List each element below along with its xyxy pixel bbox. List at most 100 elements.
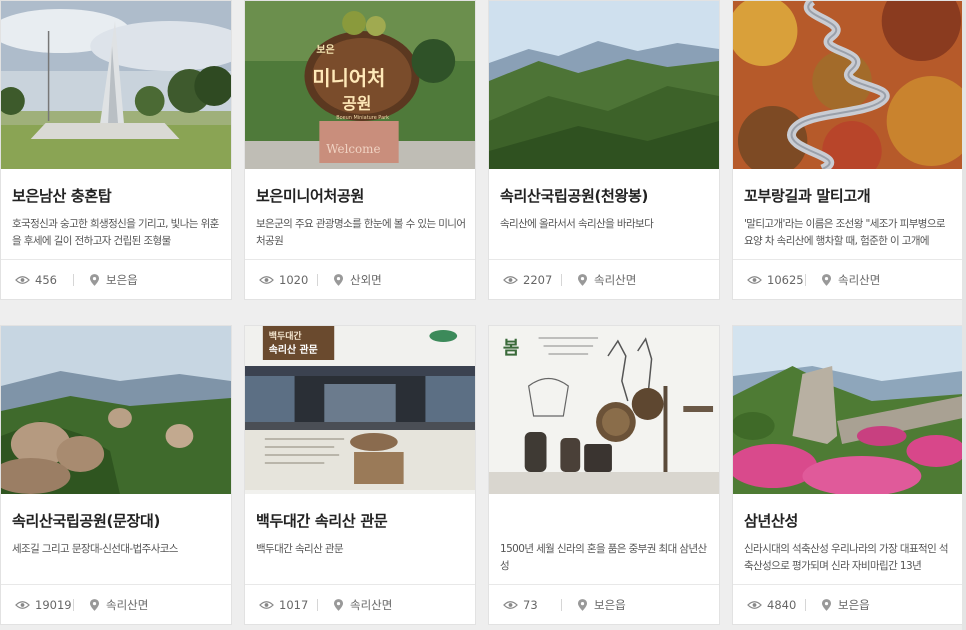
- map-pin-icon: [578, 273, 587, 286]
- map-pin-icon: [822, 273, 831, 286]
- location-label: 보은읍: [594, 597, 626, 612]
- view-count: 4840: [733, 598, 805, 612]
- view-count: 19019: [1, 598, 73, 612]
- location-label: 속리산면: [838, 272, 881, 287]
- location-label: 속리산면: [350, 597, 393, 612]
- view-count-value: 19019: [35, 597, 72, 612]
- location: 산외면: [334, 272, 382, 288]
- view-count-value: 1020: [279, 272, 309, 287]
- location: 보은읍: [822, 597, 870, 613]
- card-meta: 73 보은읍: [489, 584, 719, 624]
- meta-divider: [73, 598, 74, 611]
- location-label: 보은읍: [106, 272, 138, 287]
- card-title[interactable]: 속리산국립공원(천왕봉): [500, 185, 713, 206]
- card-thumbnail-winding-road[interactable]: [733, 1, 963, 169]
- eye-icon: [15, 275, 30, 284]
- location: 보은읍: [578, 597, 626, 613]
- card-description: 세조길 그리고 문장대-신선대-법주사코스: [12, 543, 178, 555]
- meta-divider: [317, 273, 318, 286]
- eye-icon: [503, 275, 518, 284]
- eye-icon: [15, 600, 30, 609]
- card-title[interactable]: 꼬부랑길과 말티고개: [744, 185, 957, 206]
- card-title[interactable]: 속리산국립공원(문장대): [12, 510, 225, 531]
- view-count-value: 1017: [279, 597, 309, 612]
- card-meta: 1017 속리산면: [245, 584, 475, 624]
- card-description: 백두대간 속리산 관문: [256, 543, 344, 555]
- map-pin-icon: [334, 273, 343, 286]
- card-description: '말티고개'라는 이름은 조선왕 "세조가 피부병으로 요양 차 속리산에 행차…: [744, 218, 946, 247]
- sign-sub-text: 공원: [342, 94, 371, 113]
- card-thumbnail-tunnel-gate[interactable]: 백두대간 속리산 관문: [245, 326, 475, 494]
- map-pin-icon: [578, 598, 587, 611]
- card-meta: 10625 속리산면: [733, 259, 963, 299]
- eye-icon: [503, 600, 518, 609]
- meta-divider: [561, 598, 562, 611]
- card-meta: 456 보은읍: [1, 259, 231, 299]
- view-count: 73: [489, 598, 561, 612]
- eye-icon: [259, 600, 274, 609]
- location-label: 속리산면: [106, 597, 149, 612]
- page-scrollbar[interactable]: [962, 0, 966, 630]
- meta-divider: [317, 598, 318, 611]
- location: 보은읍: [90, 272, 138, 288]
- sign-en-text: Boeun Miniature Park: [336, 115, 389, 121]
- view-count-value: 456: [35, 272, 57, 287]
- poster-heading-line2: 속리산 관문: [269, 343, 318, 356]
- sign-welcome-text: Welcome: [326, 142, 380, 156]
- card-thumbnail-miniature-park[interactable]: 보은 미니어처 공원 Boeun Miniature Park Welcome: [245, 1, 475, 169]
- location-label: 속리산면: [594, 272, 637, 287]
- card-description: 호국정신과 숭고한 희생정신을 기리고, 빛나는 위훈을 후세에 길이 전하고자…: [12, 218, 219, 247]
- eye-icon: [747, 600, 762, 609]
- location-label: 산외면: [350, 272, 382, 287]
- meta-divider: [561, 273, 562, 286]
- map-pin-icon: [822, 598, 831, 611]
- location: 속리산면: [90, 597, 148, 613]
- tour-card[interactable]: 봄 1500년 세월 신라의 혼을 품은 중부권 최대 삼년산성 73 보은읍: [488, 325, 720, 625]
- location: 속리산면: [822, 272, 880, 288]
- card-title[interactable]: 보은미니어처공원: [256, 185, 469, 206]
- tour-card[interactable]: 속리산국립공원(천왕봉) 속리산에 올라서서 속리산을 바라보다 2207 속리…: [488, 0, 720, 300]
- card-description: 속리산에 올라서서 속리산을 바라보다: [500, 218, 654, 230]
- view-count: 10625: [733, 273, 805, 287]
- view-count-value: 73: [523, 597, 538, 612]
- tour-card[interactable]: 보은 미니어처 공원 Boeun Miniature Park Welcome …: [244, 0, 476, 300]
- view-count: 1020: [245, 273, 317, 287]
- card-thumbnail-museum-exhibit[interactable]: 봄: [489, 326, 719, 494]
- card-meta: 4840 보은읍: [733, 584, 963, 624]
- tour-card[interactable]: 삼년산성 신라시대의 석축산성 우리나라의 가장 대표적인 석축산성으로 평가되…: [732, 325, 964, 625]
- card-thumbnail-fortress-wall[interactable]: [733, 326, 963, 494]
- card-title[interactable]: 삼년산성: [744, 510, 957, 531]
- tour-card-grid: 보은남산 충혼탑 호국정신과 숭고한 희생정신을 기리고, 빛나는 위훈을 후세…: [0, 0, 966, 630]
- tour-card[interactable]: 보은남산 충혼탑 호국정신과 숭고한 희생정신을 기리고, 빛나는 위훈을 후세…: [0, 0, 232, 300]
- card-description: 신라시대의 석축산성 우리나라의 가장 대표적인 석축산성으로 평가되며 신라 …: [744, 543, 949, 572]
- exhibit-season-text: 봄: [503, 338, 519, 359]
- card-meta: 19019 속리산면: [1, 584, 231, 624]
- meta-divider: [805, 598, 806, 611]
- sign-name-text: 미니어처: [312, 67, 385, 90]
- view-count: 456: [1, 273, 73, 287]
- poster-heading-line1: 백두대간: [269, 330, 303, 342]
- meta-divider: [73, 273, 74, 286]
- location: 속리산면: [578, 272, 636, 288]
- card-description: 보은군의 주요 관광명소를 한눈에 볼 수 있는 미니어처공원: [256, 218, 466, 247]
- view-count: 1017: [245, 598, 317, 612]
- card-meta: 2207 속리산면: [489, 259, 719, 299]
- card-thumbnail-mountain-ridge[interactable]: [489, 1, 719, 169]
- location: 속리산면: [334, 597, 392, 613]
- eye-icon: [259, 275, 274, 284]
- map-pin-icon: [334, 598, 343, 611]
- card-title[interactable]: 보은남산 충혼탑: [12, 185, 225, 206]
- card-thumbnail-memorial-tower[interactable]: [1, 1, 231, 169]
- view-count: 2207: [489, 273, 561, 287]
- view-count-value: 2207: [523, 272, 553, 287]
- tour-card[interactable]: 백두대간 속리산 관문 백두대간 속리산 관문 백두대간 속리산 관문 1017…: [244, 325, 476, 625]
- card-title[interactable]: 백두대간 속리산 관문: [256, 510, 469, 531]
- location-label: 보은읍: [838, 597, 870, 612]
- card-meta: 1020 산외면: [245, 259, 475, 299]
- tour-card[interactable]: 속리산국립공원(문장대) 세조길 그리고 문장대-신선대-법주사코스 19019…: [0, 325, 232, 625]
- map-pin-icon: [90, 598, 99, 611]
- card-description: 1500년 세월 신라의 혼을 품은 중부권 최대 삼년산성: [500, 543, 707, 572]
- tour-card[interactable]: 꼬부랑길과 말티고개 '말티고개'라는 이름은 조선왕 "세조가 피부병으로 요…: [732, 0, 964, 300]
- meta-divider: [805, 273, 806, 286]
- card-thumbnail-rocky-peak[interactable]: [1, 326, 231, 494]
